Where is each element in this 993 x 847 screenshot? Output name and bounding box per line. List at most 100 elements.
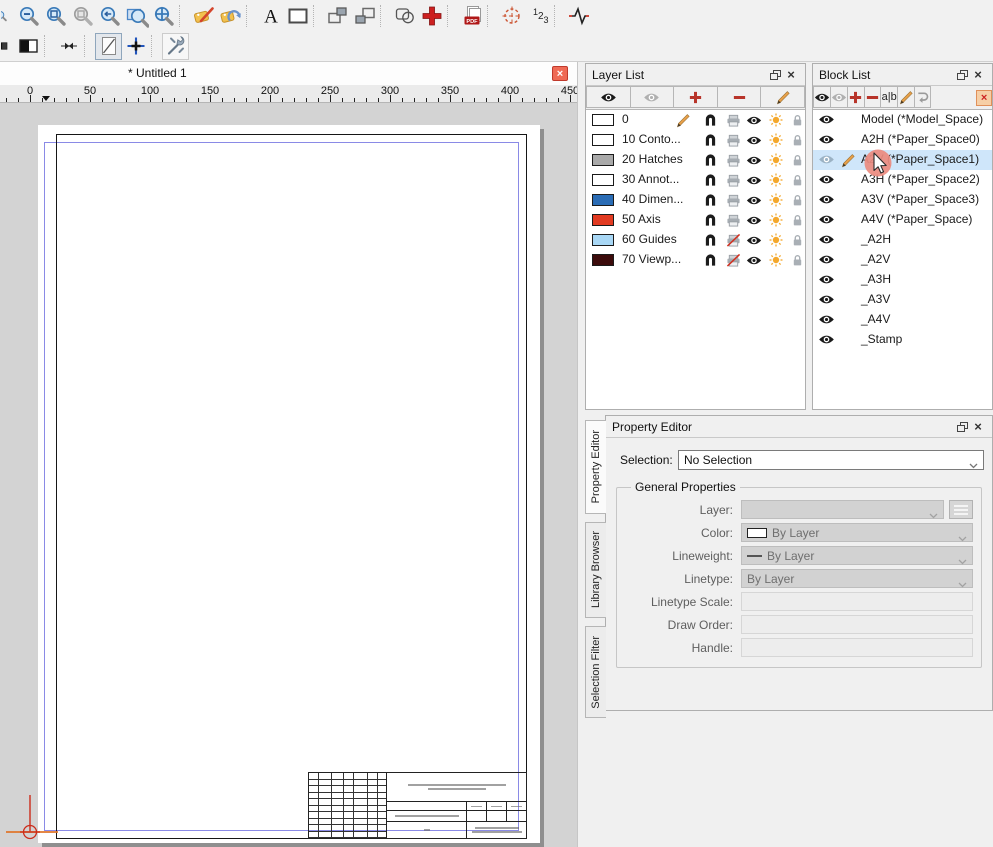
close-panel-icon[interactable]: ×: [783, 67, 799, 83]
print-layer-icon[interactable]: [725, 113, 741, 127]
block-row[interactable]: Model (*Model_Space): [813, 110, 992, 130]
block-row[interactable]: A3H (*Paper_Space2): [813, 170, 992, 190]
block-row[interactable]: _A4V: [813, 310, 992, 330]
remove-block-button[interactable]: [864, 86, 882, 108]
print-layer-icon[interactable]: [725, 153, 741, 167]
show-selected-layers-disabled-button[interactable]: [630, 86, 675, 108]
layer-brightness-sun-icon[interactable]: [768, 233, 784, 247]
block-visible-eye-icon[interactable]: [818, 214, 835, 228]
side-tab-selection-filter[interactable]: Selection Filter: [585, 626, 606, 718]
block-row[interactable]: A2H (*Paper_Space0): [813, 130, 992, 150]
side-tab-property-editor[interactable]: Property Editor: [585, 420, 606, 514]
block-visible-eye-icon[interactable]: [818, 334, 835, 348]
add-layer-button[interactable]: [673, 86, 718, 108]
layer-lock-icon[interactable]: [789, 233, 805, 247]
print-layer-icon[interactable]: [725, 233, 741, 247]
layer-visible-eye-icon[interactable]: [746, 193, 762, 207]
gradient-bw-button[interactable]: [15, 33, 42, 60]
side-tab-library-browser[interactable]: Library Browser: [585, 522, 606, 618]
layer-row[interactable]: 30 Annot...: [586, 170, 805, 190]
snap-magnet-icon[interactable]: [702, 133, 718, 147]
float-panel-icon[interactable]: [954, 67, 970, 83]
layer-visible-eye-icon[interactable]: [746, 133, 762, 147]
numbers-tool-button[interactable]: 123: [525, 2, 552, 29]
snap-magnet-icon[interactable]: [702, 233, 718, 247]
zoom-clipped-button[interactable]: [0, 2, 15, 29]
layer-lock-icon[interactable]: [789, 173, 805, 187]
block-visible-eye-icon[interactable]: [818, 234, 835, 248]
zoom-auto-button[interactable]: [150, 2, 177, 29]
crosshair-plus-button[interactable]: [122, 33, 149, 60]
print-layer-icon[interactable]: [725, 133, 741, 147]
rename-block-button[interactable]: a|b: [880, 86, 898, 108]
block-row[interactable]: _A2V: [813, 250, 992, 270]
zoom-back-button[interactable]: [96, 2, 123, 29]
layer-brightness-sun-icon[interactable]: [768, 113, 784, 127]
block-row[interactable]: A2V (*Paper_Space1): [813, 150, 992, 170]
print-layer-icon[interactable]: [725, 193, 741, 207]
close-panel-icon[interactable]: ×: [970, 419, 986, 435]
print-layer-icon[interactable]: [725, 253, 741, 267]
tag-undo-button[interactable]: [217, 2, 244, 29]
document-close-button[interactable]: ×: [552, 66, 568, 81]
block-row[interactable]: _A2H: [813, 230, 992, 250]
show-all-layers-button[interactable]: [586, 86, 631, 108]
block-visible-eye-icon[interactable]: [818, 174, 835, 188]
zoom-window-button[interactable]: [123, 2, 150, 29]
layer-lock-icon[interactable]: [789, 113, 805, 127]
region-boolean-button[interactable]: [391, 2, 418, 29]
close-panel-icon[interactable]: ×: [970, 67, 986, 83]
layer-lock-icon[interactable]: [789, 193, 805, 207]
circle-center-button[interactable]: [498, 2, 525, 29]
add-plus-button[interactable]: [418, 2, 445, 29]
remove-layer-button[interactable]: [717, 86, 762, 108]
edit-layer-button[interactable]: [760, 86, 805, 108]
insert-block-disabled-button[interactable]: [914, 86, 932, 108]
order-to-back-button[interactable]: [351, 2, 378, 29]
zoom-extents-disabled-button[interactable]: [69, 2, 96, 29]
layer-row[interactable]: 40 Dimen...: [586, 190, 805, 210]
block-row[interactable]: _Stamp: [813, 330, 992, 350]
tag-edit-button[interactable]: [190, 2, 217, 29]
layer-row[interactable]: 60 Guides: [586, 230, 805, 250]
layer-row[interactable]: 10 Conto...: [586, 130, 805, 150]
layer-brightness-sun-icon[interactable]: [768, 153, 784, 167]
block-visible-eye-icon[interactable]: [818, 314, 835, 328]
layer-brightness-sun-icon[interactable]: [768, 213, 784, 227]
zoom-out-button[interactable]: [15, 2, 42, 29]
snap-magnet-icon[interactable]: [702, 213, 718, 227]
layer-lock-icon[interactable]: [789, 153, 805, 167]
block-visible-eye-icon[interactable]: [818, 254, 835, 268]
gradient-clipped-button[interactable]: [0, 33, 15, 60]
layer-visible-eye-icon[interactable]: [746, 173, 762, 187]
layer-brightness-sun-icon[interactable]: [768, 193, 784, 207]
layer-visible-eye-icon[interactable]: [746, 153, 762, 167]
layer-visible-eye-icon[interactable]: [746, 233, 762, 247]
layer-lock-icon[interactable]: [789, 133, 805, 147]
layer-visible-eye-icon[interactable]: [746, 213, 762, 227]
layer-row[interactable]: 20 Hatches: [586, 150, 805, 170]
block-row[interactable]: A3V (*Paper_Space3): [813, 190, 992, 210]
add-block-button[interactable]: [847, 86, 865, 108]
layer-visible-eye-icon[interactable]: [746, 253, 762, 267]
text-tool-button[interactable]: A: [257, 2, 284, 29]
layer-brightness-sun-icon[interactable]: [768, 173, 784, 187]
block-row[interactable]: _A3V: [813, 290, 992, 310]
snap-magnet-icon[interactable]: [702, 113, 718, 127]
layer-menu-button[interactable]: [949, 500, 973, 519]
zoom-fit-button[interactable]: [42, 2, 69, 29]
snap-magnet-icon[interactable]: [702, 153, 718, 167]
layer-lock-icon[interactable]: [789, 253, 805, 267]
block-visible-eye-icon[interactable]: [818, 194, 835, 208]
drawing-canvas[interactable]: [0, 103, 577, 847]
purge-blocks-button[interactable]: ×: [976, 90, 992, 106]
edit-block-button[interactable]: [897, 86, 915, 108]
block-row[interactable]: _A3H: [813, 270, 992, 290]
print-layer-icon[interactable]: [725, 213, 741, 227]
print-layer-icon[interactable]: [725, 173, 741, 187]
rectangle-tool-button[interactable]: [284, 2, 311, 29]
snap-magnet-icon[interactable]: [702, 173, 718, 187]
block-visible-eye-icon[interactable]: [818, 274, 835, 288]
snap-magnet-icon[interactable]: [702, 253, 718, 267]
float-panel-icon[interactable]: [767, 67, 783, 83]
